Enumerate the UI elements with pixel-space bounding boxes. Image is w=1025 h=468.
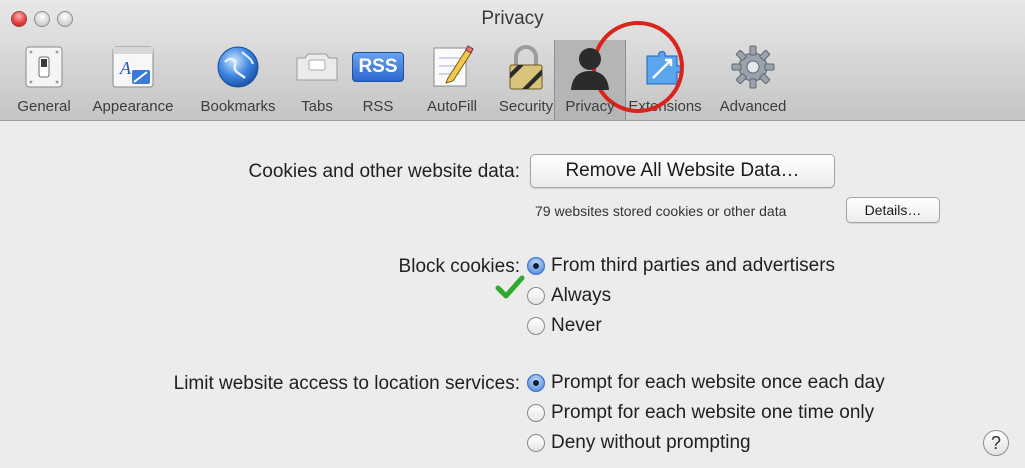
toolbar-tab-general[interactable]: General — [10, 42, 78, 118]
switch-icon — [25, 46, 63, 88]
radio-button[interactable] — [527, 287, 545, 305]
location-deny-without-prompting-radio[interactable]: Deny without prompting — [527, 432, 751, 454]
toolbar-tab-bookmarks[interactable]: Bookmarks — [188, 42, 288, 118]
pencil-form-icon — [433, 45, 474, 87]
gear-icon — [731, 45, 775, 89]
stored-cookies-note: 79 websites stored cookies or other data — [535, 203, 787, 219]
tabs-icon — [296, 53, 338, 81]
details-button[interactable]: Details… — [846, 197, 940, 223]
cookies-label: Cookies and other website data: — [248, 161, 520, 182]
toolbar-tab-autofill[interactable]: AutoFill — [410, 42, 494, 118]
radio-button[interactable] — [527, 434, 545, 452]
toolbar-tab-rss[interactable]: RSS RSS — [346, 42, 410, 118]
radio-button[interactable] — [527, 257, 545, 275]
toolbar-tab-label: Privacy — [565, 98, 615, 115]
location-once-each-day-radio[interactable]: Prompt for each website once each day — [527, 372, 885, 394]
toolbar-tab-advanced[interactable]: Advanced — [708, 42, 798, 118]
radio-button[interactable] — [527, 404, 545, 422]
toolbar-tab-label: Security — [498, 98, 554, 115]
preferences-toolbar: General A Appearance Bookmarks Tabs RSS … — [10, 40, 798, 120]
location-one-time-only-radio[interactable]: Prompt for each website one time only — [527, 402, 874, 424]
window-title: Privacy — [481, 8, 544, 29]
privacy-pane: Cookies and other website data: Remove A… — [0, 121, 1025, 468]
toolbar-tab-label: Appearance — [92, 98, 174, 115]
radio-label: Never — [551, 315, 602, 336]
toolbar-tab-label: RSS — [362, 98, 394, 115]
preferences-window: Privacy General A Appearance Bookmarks T… — [0, 0, 1025, 468]
radio-label: Deny without prompting — [551, 432, 751, 453]
rss-badge-text: RSS — [358, 56, 398, 77]
title-bar: Privacy General A Appearance Bookmarks T… — [0, 0, 1025, 121]
radio-label: Prompt for each website one time only — [551, 402, 875, 423]
puzzle-icon — [646, 51, 682, 85]
radio-button[interactable] — [527, 374, 545, 392]
remove-all-website-data-button[interactable]: Remove All Website Data… — [530, 154, 835, 188]
radio-label: Always — [551, 285, 612, 306]
svg-text:A: A — [119, 58, 132, 78]
checkmark-icon — [495, 275, 525, 299]
location-services-label: Limit website access to location service… — [173, 373, 520, 394]
globe-icon — [217, 46, 259, 88]
person-silhouette-icon — [571, 48, 609, 90]
toolbar-tab-label: General — [17, 98, 71, 115]
toolbar-tab-privacy[interactable]: Privacy — [554, 40, 626, 120]
appearance-icon: A — [112, 46, 154, 88]
toolbar-tab-tabs[interactable]: Tabs — [288, 42, 346, 118]
rss-icon: RSS — [352, 52, 404, 82]
radio-button[interactable] — [527, 317, 545, 335]
block-cookies-never-radio[interactable]: Never — [527, 315, 602, 337]
help-button[interactable]: ? — [983, 430, 1009, 456]
toolbar-tab-appearance[interactable]: A Appearance — [78, 42, 188, 118]
radio-label: Prompt for each website once each day — [551, 372, 885, 393]
toolbar-tab-label: Extensions — [628, 98, 702, 115]
lock-icon — [509, 45, 543, 90]
toolbar-tab-extensions[interactable]: Extensions — [622, 42, 708, 118]
toolbar-tab-security[interactable]: Security — [494, 42, 558, 118]
block-cookies-always-radio[interactable]: Always — [527, 285, 611, 307]
toolbar-tab-label: Tabs — [301, 98, 333, 115]
toolbar-tab-label: Advanced — [719, 98, 787, 115]
radio-label: From third parties and advertisers — [551, 255, 836, 276]
toolbar-tab-label: Bookmarks — [200, 98, 276, 115]
block-cookies-third-parties-radio[interactable]: From third parties and advertisers — [527, 255, 835, 277]
toolbar-tab-label: AutoFill — [426, 98, 478, 115]
